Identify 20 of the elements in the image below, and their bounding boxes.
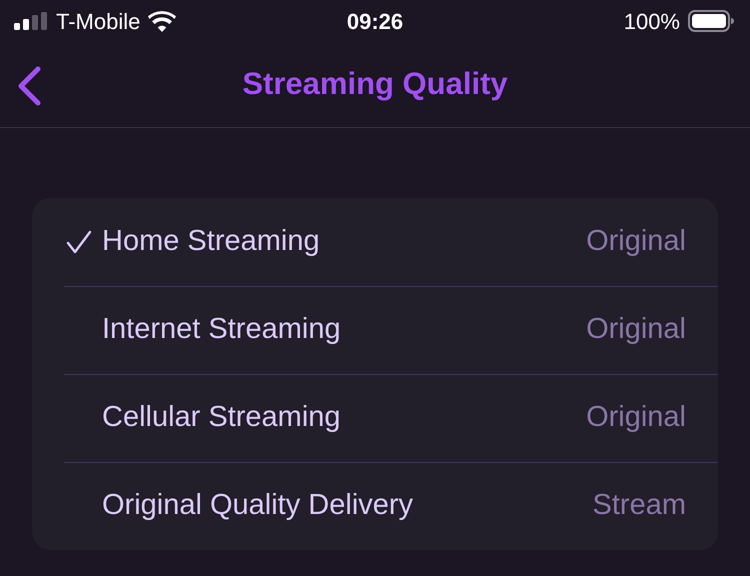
option-value: Original (586, 400, 686, 436)
battery-icon (688, 10, 734, 32)
option-value: Original (586, 312, 686, 348)
option-row[interactable]: Cellular Streaming Original (32, 374, 718, 462)
signal-icon (14, 12, 48, 30)
clock-time: 09:26 (346, 8, 404, 36)
option-row[interactable]: Internet Streaming Original (32, 286, 718, 374)
carrier-name: T-Mobile (56, 8, 140, 36)
back-button[interactable] (16, 66, 42, 106)
option-value: Stream (592, 488, 686, 524)
page-title: Streaming Quality (242, 65, 508, 104)
wifi-icon (148, 10, 176, 32)
option-label: Internet Streaming (102, 312, 341, 348)
battery-percent: 100% (624, 8, 680, 36)
option-label: Home Streaming (102, 224, 320, 260)
option-row[interactable]: Home Streaming Original (32, 198, 718, 286)
option-label: Original Quality Delivery (102, 488, 414, 524)
option-row[interactable]: Original Quality Delivery Stream (32, 462, 718, 550)
option-value: Original (586, 224, 686, 260)
option-label: Cellular Streaming (102, 400, 341, 436)
